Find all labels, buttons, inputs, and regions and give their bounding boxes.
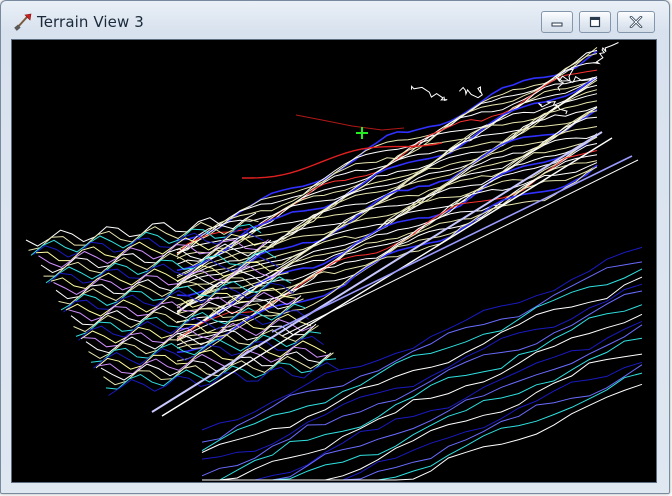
- sketch-line: [458, 86, 483, 99]
- terrain-view-window: Terrain View 3: [0, 0, 670, 494]
- terrain-viewport[interactable]: [11, 39, 657, 483]
- terrace-contour: [55, 267, 287, 300]
- sketch-line: [593, 42, 619, 65]
- boundary-curve: [295, 114, 405, 131]
- sketch-line: [411, 85, 448, 102]
- terrain-contour-map[interactable]: [12, 40, 656, 482]
- maximize-button[interactable]: [579, 11, 611, 33]
- minimize-button[interactable]: [541, 11, 573, 33]
- close-button[interactable]: [617, 11, 655, 33]
- ridge-contour: [176, 164, 598, 354]
- window-title: Terrain View 3: [37, 13, 144, 31]
- lowland-contour: [202, 304, 643, 481]
- lowland-contour: [202, 361, 643, 481]
- ridge-contour: [176, 49, 598, 254]
- maximize-icon: [589, 16, 601, 28]
- close-icon: [629, 16, 643, 28]
- window-controls: [541, 11, 655, 33]
- lowland-contour: [202, 372, 643, 481]
- title-bar[interactable]: Terrain View 3: [1, 1, 669, 41]
- road-edge: [281, 159, 639, 337]
- shovel-icon[interactable]: [13, 12, 33, 32]
- minimize-icon: [551, 22, 563, 27]
